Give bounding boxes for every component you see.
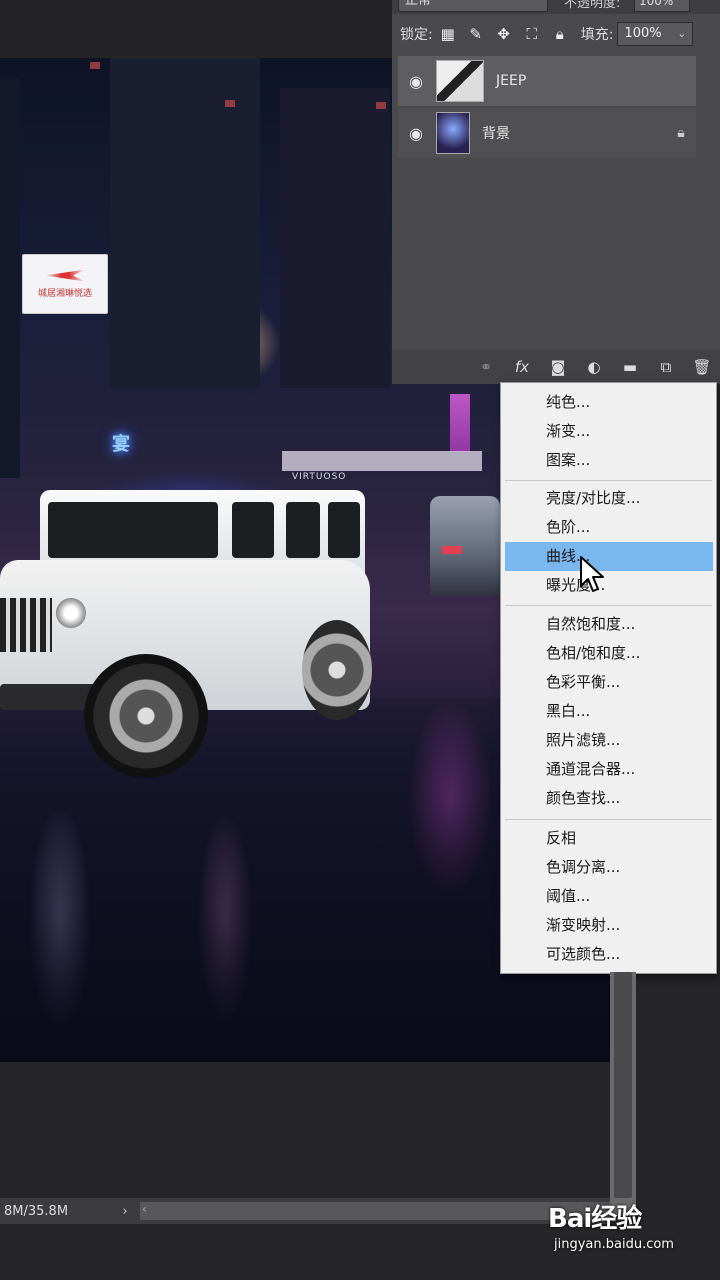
new-layer-icon[interactable]: ⧉: [648, 358, 684, 376]
layer-row-background[interactable]: ◉ 背景 🔒︎: [398, 108, 696, 158]
watermark-url: jingyan.baidu.com: [554, 1237, 674, 1252]
opacity-label: 不透明度:: [564, 0, 621, 11]
eye-icon[interactable]: ◉: [402, 124, 430, 143]
menu-item-exposure[interactable]: 曝光度...: [501, 571, 716, 600]
chevron-down-icon[interactable]: ⌄: [677, 23, 686, 45]
billboard-text: 城居湘琳悦选: [37, 288, 92, 299]
lock-all-icon[interactable]: 🔒︎: [547, 21, 573, 47]
menu-separator: [505, 819, 712, 820]
vertical-scroll-thumb[interactable]: [614, 972, 632, 1198]
billboard: 城居湘琳悦选: [22, 254, 108, 314]
adjustment-layer-menu: 纯色... 渐变... 图案... 亮度/对比度... 色阶... 曲线... …: [500, 382, 717, 974]
jeep-side-window: [328, 502, 360, 558]
fill-value: 100%: [624, 26, 662, 41]
fill-label: 填充:: [580, 27, 614, 43]
shop-sign: [282, 451, 482, 471]
billboard-logo-icon: [45, 269, 85, 282]
watermark-logo: Bai经验: [548, 1204, 642, 1234]
jeep-side-window: [286, 502, 320, 558]
building: [280, 88, 390, 388]
layer-thumbnail: [436, 60, 484, 102]
prevent-auto-nesting-icon[interactable]: ⛶: [519, 21, 545, 47]
lock-position-icon[interactable]: ✥: [491, 21, 517, 47]
eye-icon[interactable]: ◉: [402, 72, 430, 91]
layers-panel-footer: ⚭ fx ◙ ◐ ▬ ⧉ 🗑︎: [392, 350, 720, 384]
menu-item-posterize[interactable]: 色调分离...: [501, 853, 716, 882]
menu-item-levels[interactable]: 色阶...: [501, 513, 716, 542]
menu-item-curves[interactable]: 曲线...: [505, 542, 713, 571]
jeep-rear-wheel: [302, 620, 372, 720]
jeep-headlamp: [56, 598, 86, 628]
layer-thumbnail: [436, 112, 470, 154]
link-layers-icon[interactable]: ⚭: [468, 358, 504, 376]
menu-separator: [505, 605, 712, 606]
fill-input[interactable]: 100% ⌄: [617, 22, 694, 46]
window-light: [90, 62, 100, 69]
menu-item-photo-filter[interactable]: 照片滤镜...: [501, 726, 716, 755]
vertical-scrollbar[interactable]: [610, 972, 636, 1216]
layers-panel: 正常 不透明度: 100% 锁定: ▦ ✎ ✥ ⛶ 🔒︎ 填充: 100% ⌄ …: [392, 0, 720, 384]
mouse-cursor-icon: [580, 556, 604, 592]
neon-pillar: [450, 394, 470, 452]
opacity-input[interactable]: 100%: [634, 0, 690, 12]
menu-separator: [505, 480, 712, 481]
menu-item-channel-mixer[interactable]: 通道混合器...: [501, 755, 716, 784]
jeep-windshield: [48, 502, 218, 558]
jeep-front-wheel: [84, 654, 208, 778]
layer-name: 背景: [482, 126, 510, 142]
window-light: [376, 102, 386, 109]
menu-item-color-balance[interactable]: 色彩平衡...: [501, 668, 716, 697]
lock-image-pixels-icon[interactable]: ✎: [463, 21, 489, 47]
adjustment-layer-icon[interactable]: ◐: [576, 358, 612, 376]
horizontal-scrollbar[interactable]: ‹: [140, 1202, 610, 1220]
car-taillight: [442, 546, 462, 554]
layer-name: JEEP: [496, 73, 527, 89]
menu-item-pattern[interactable]: 图案...: [501, 446, 716, 475]
blend-mode-select[interactable]: 正常: [398, 0, 548, 12]
lock-transparent-pixels-icon[interactable]: ▦: [435, 21, 461, 47]
jeep-grille: [0, 598, 52, 652]
document-size: 8M/35.8M: [4, 1203, 69, 1219]
menu-item-vibrance[interactable]: 自然饱和度...: [501, 610, 716, 639]
menu-item-threshold[interactable]: 阈值...: [501, 882, 716, 911]
layer-row-jeep[interactable]: ◉ JEEP: [398, 56, 696, 106]
menu-item-black-white[interactable]: 黑白...: [501, 697, 716, 726]
menu-item-selective-color[interactable]: 可选颜色...: [501, 940, 716, 969]
new-group-folder-icon[interactable]: ▬: [612, 358, 648, 376]
window-light: [225, 100, 235, 107]
lock-toolbar: 锁定: ▦ ✎ ✥ ⛶ 🔒︎ 填充: 100% ⌄: [392, 14, 720, 54]
scroll-left-icon[interactable]: ‹: [142, 1202, 147, 1216]
jeep-layer-image: [0, 490, 380, 780]
status-menu-arrow-icon[interactable]: ›: [114, 1204, 136, 1219]
background-car: [430, 496, 500, 596]
shop-name: VIRTUOSO: [292, 472, 347, 482]
menu-item-gradient[interactable]: 渐变...: [501, 417, 716, 446]
trash-icon[interactable]: 🗑︎: [684, 358, 720, 376]
menu-item-solid-color[interactable]: 纯色...: [501, 388, 716, 417]
building: [110, 58, 260, 388]
layer-style-fx-icon[interactable]: fx: [504, 358, 540, 376]
add-mask-icon[interactable]: ◙: [540, 358, 576, 376]
neon-sign: 宴: [112, 434, 130, 455]
watermark: Bai经验 jingyan.baidu.com: [548, 1198, 718, 1268]
document-top-strip: [0, 0, 392, 58]
layer-lock-icon: 🔒︎: [677, 125, 685, 141]
menu-item-invert[interactable]: 反相: [501, 824, 716, 853]
menu-item-brightness-contrast[interactable]: 亮度/对比度...: [501, 484, 716, 513]
jeep-side-window: [232, 502, 274, 558]
layers-panel-header: 正常 不透明度: 100%: [392, 0, 720, 14]
lock-label: 锁定:: [400, 27, 433, 43]
menu-item-hue-saturation[interactable]: 色相/饱和度...: [501, 639, 716, 668]
menu-item-gradient-map[interactable]: 渐变映射...: [501, 911, 716, 940]
building: [0, 78, 20, 478]
menu-item-color-lookup[interactable]: 颜色查找...: [501, 784, 716, 813]
status-bar: 8M/35.8M › ‹: [0, 1198, 610, 1224]
